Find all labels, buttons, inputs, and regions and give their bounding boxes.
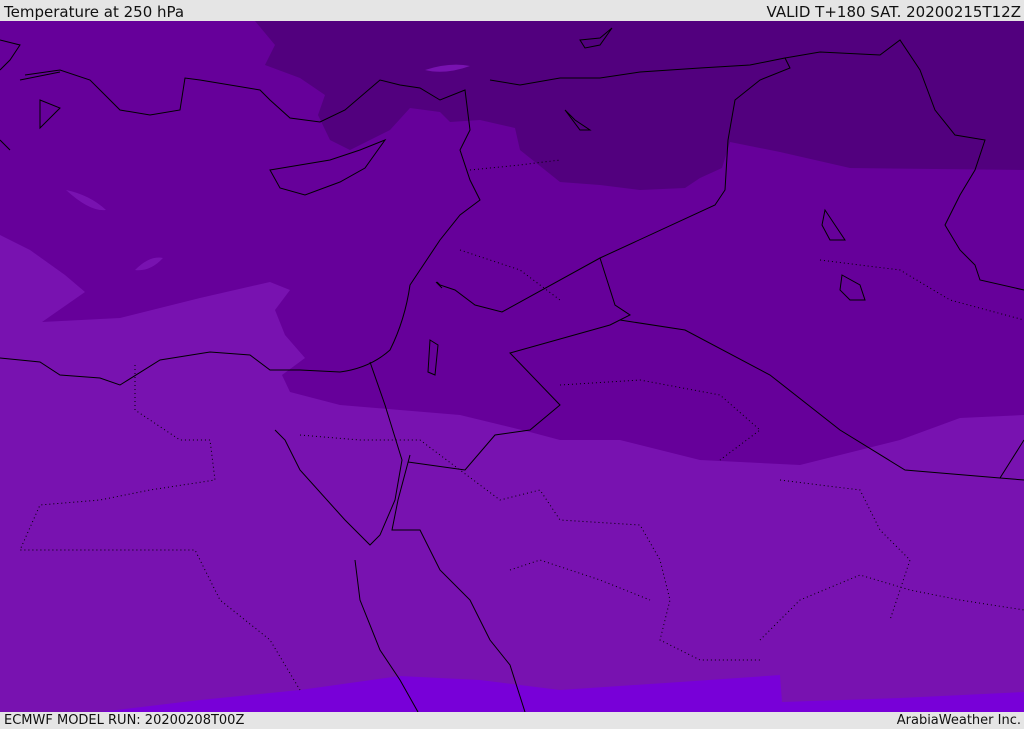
footer-bar: ECMWF MODEL RUN: 20200208T00Z ArabiaWeat… bbox=[0, 712, 1024, 729]
credit: ArabiaWeather Inc. bbox=[896, 713, 1021, 728]
header-bar: Temperature at 250 hPa VALID T+180 SAT. … bbox=[0, 0, 1024, 21]
temperature-map bbox=[0, 21, 1024, 712]
model-run: ECMWF MODEL RUN: 20200208T00Z bbox=[4, 713, 245, 728]
map-title: Temperature at 250 hPa bbox=[4, 3, 185, 21]
valid-time: VALID T+180 SAT. 20200215T12Z bbox=[766, 3, 1021, 21]
